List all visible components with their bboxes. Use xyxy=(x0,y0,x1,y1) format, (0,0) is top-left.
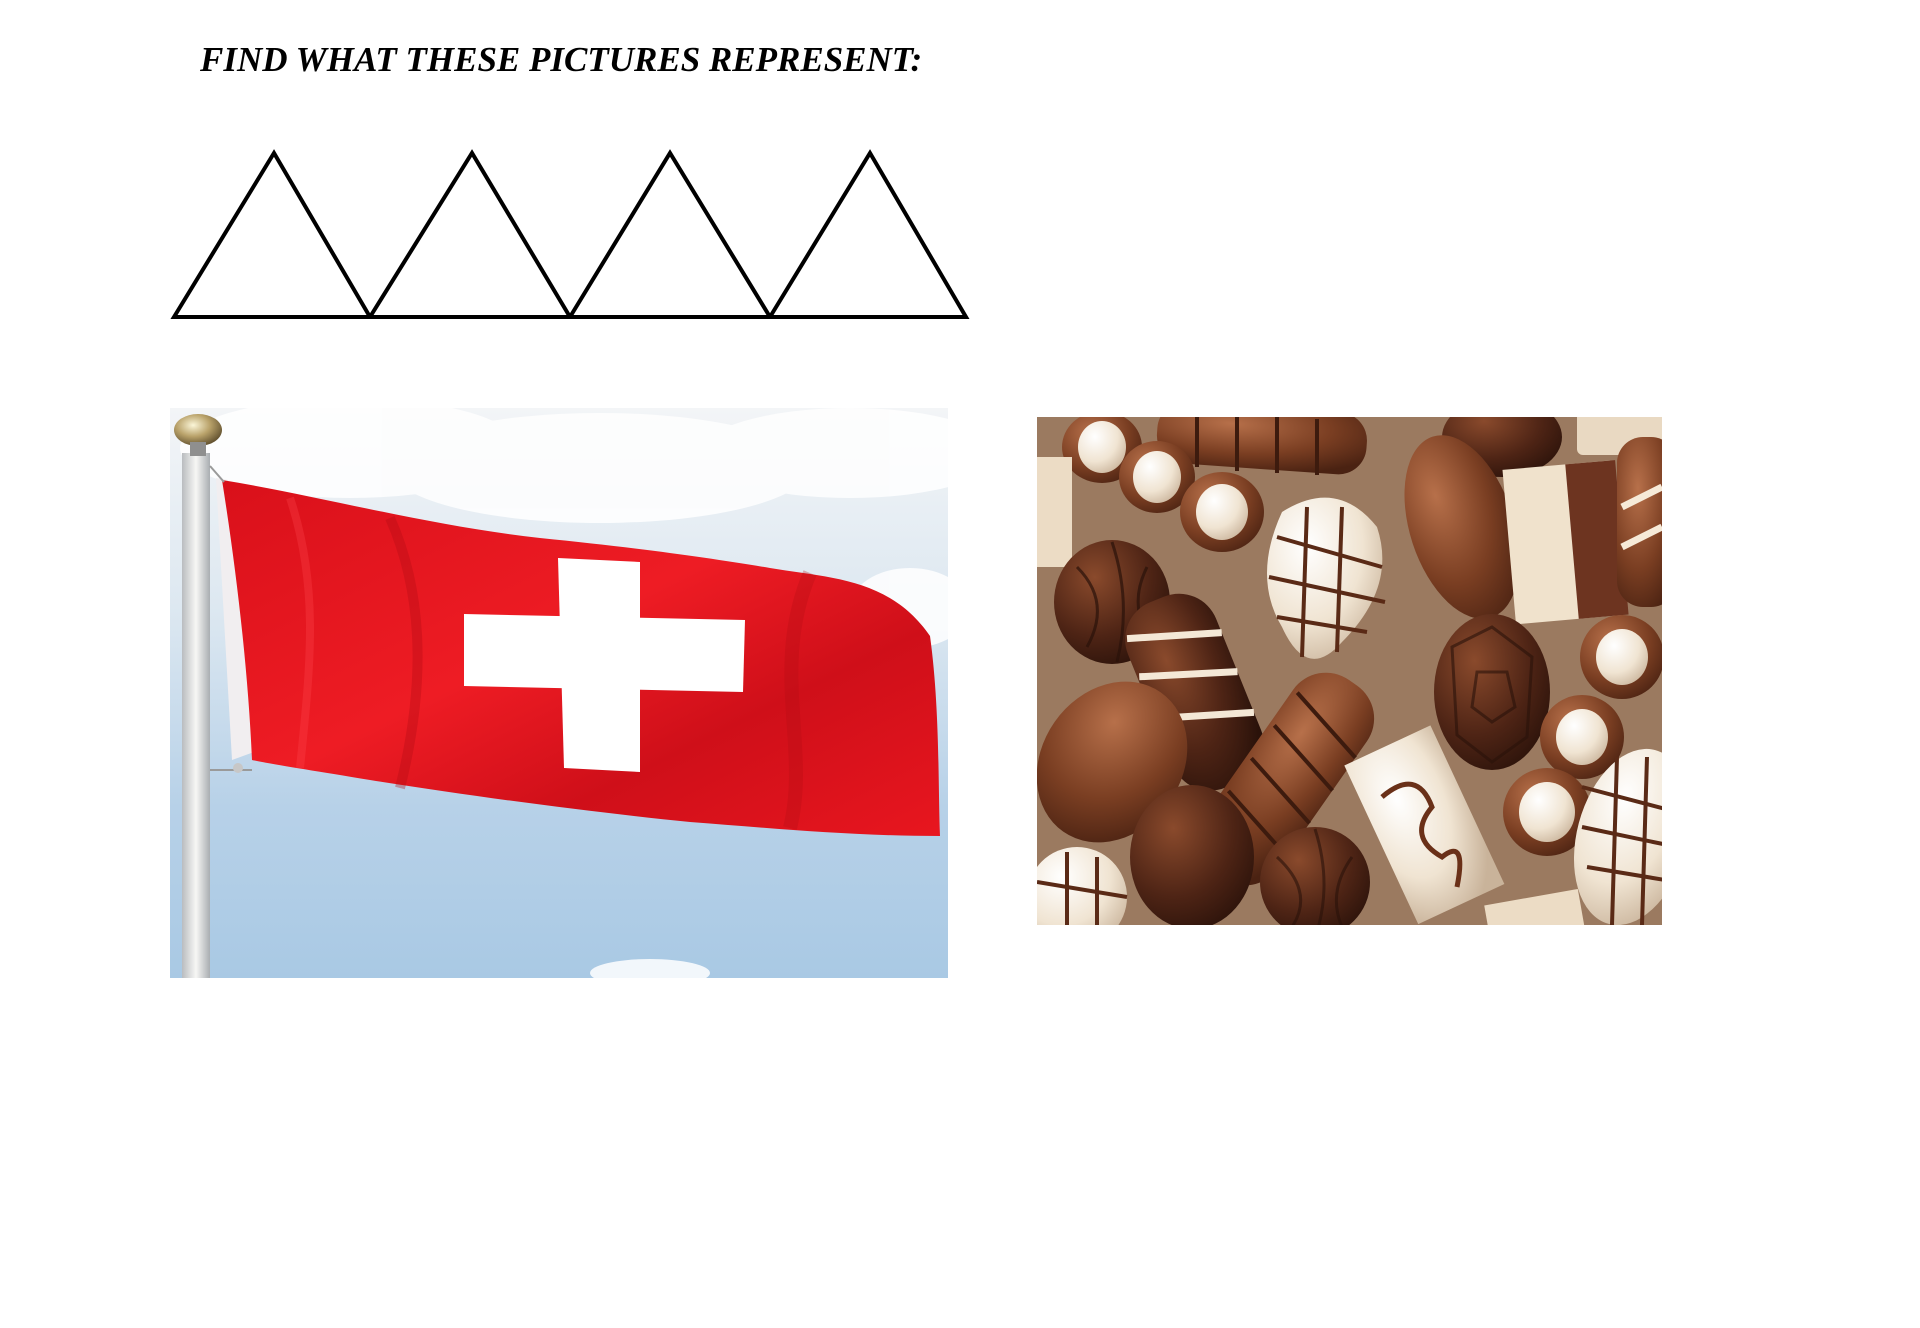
worksheet-title: FIND WHAT THESE PICTURES REPRESENT: xyxy=(200,40,923,79)
layered-block xyxy=(1502,460,1629,625)
faceted-dark xyxy=(1434,614,1550,770)
chocolates-photo xyxy=(1037,417,1662,925)
triangles-puzzle xyxy=(170,149,970,319)
triangle-4 xyxy=(766,149,970,319)
swiss-flag-illustration xyxy=(170,408,948,978)
dark-round xyxy=(1130,785,1254,925)
pole-finial xyxy=(174,414,222,446)
triangle-3 xyxy=(566,149,774,319)
triangle-1 xyxy=(170,149,374,319)
triangle-2 xyxy=(366,149,574,319)
swiss-flag-photo xyxy=(170,408,948,978)
flagpole xyxy=(182,453,210,978)
chocolates-illustration xyxy=(1037,417,1662,925)
